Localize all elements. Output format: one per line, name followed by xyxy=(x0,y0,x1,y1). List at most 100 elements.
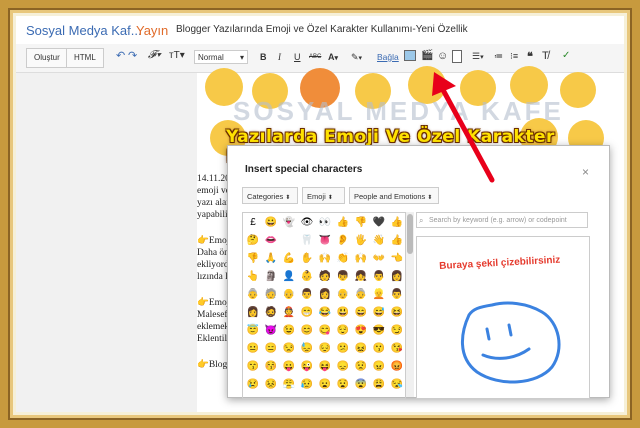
font-family-icon[interactable]: 𝓕▾ xyxy=(148,49,161,62)
character-cell[interactable]: 👅 xyxy=(316,232,334,250)
character-cell[interactable]: 👈 xyxy=(388,250,405,268)
character-cell[interactable]: 👍 xyxy=(334,214,352,232)
close-icon[interactable]: × xyxy=(582,165,589,179)
character-cell[interactable]: 😋 xyxy=(316,322,334,340)
post-title-field[interactable]: Blogger Yazılarında Emoji ve Özel Karakt… xyxy=(176,24,468,35)
character-cell[interactable]: 👨 xyxy=(388,286,405,304)
character-cell[interactable]: 👤 xyxy=(280,268,298,286)
character-cell[interactable]: 👐 xyxy=(370,250,388,268)
character-cell[interactable]: 🧓 xyxy=(262,286,280,304)
character-cell[interactable]: 🤔 xyxy=(244,232,262,250)
emoji-dropdown[interactable]: Emoji ⬍ xyxy=(302,187,345,204)
blog-name-link[interactable]: Sosyal Medya Kaf... xyxy=(26,23,142,38)
character-cell[interactable]: 🧔 xyxy=(262,304,280,322)
character-cell[interactable]: 😩 xyxy=(370,376,388,394)
character-cell[interactable]: 😕 xyxy=(334,340,352,358)
character-cell[interactable]: 😢 xyxy=(244,376,262,394)
character-cell[interactable]: 😆 xyxy=(388,304,405,322)
character-cell[interactable]: 😨 xyxy=(352,376,370,394)
character-cell[interactable]: 👦 xyxy=(334,268,352,286)
character-cell[interactable]: 👩 xyxy=(388,268,405,286)
character-cell[interactable]: 👄 xyxy=(262,232,280,250)
character-cell[interactable]: 😜 xyxy=(298,358,316,376)
character-cell[interactable]: 👩 xyxy=(244,304,262,322)
character-cell[interactable]: 👵 xyxy=(244,286,262,304)
character-cell[interactable]: 😓 xyxy=(298,340,316,358)
character-cell[interactable]: 😐 xyxy=(244,340,262,358)
character-cell[interactable]: 😄 xyxy=(352,304,370,322)
character-cell[interactable]: 👍 xyxy=(388,214,405,232)
character-cell[interactable]: 😧 xyxy=(334,376,352,394)
character-cell[interactable]: 😏 xyxy=(388,322,405,340)
character-cell[interactable]: 👁 xyxy=(298,214,316,232)
character-cell[interactable]: 🙌 xyxy=(316,250,334,268)
character-cell[interactable]: 🙏 xyxy=(262,250,280,268)
categories-dropdown[interactable]: Categories ⬍ xyxy=(242,187,298,204)
character-cell[interactable]: 👎 xyxy=(244,250,262,268)
text-size-icon[interactable]: ᴛT▾ xyxy=(169,50,185,61)
character-cell[interactable]: 👵 xyxy=(352,286,370,304)
character-cell[interactable]: 👏 xyxy=(334,250,352,268)
character-cell[interactable]: 💪 xyxy=(280,250,298,268)
character-cell[interactable]: 😞 xyxy=(334,358,352,376)
character-cell[interactable]: 👧 xyxy=(352,268,370,286)
character-cell[interactable]: 👻 xyxy=(280,214,298,232)
character-cell[interactable]: 🖐 xyxy=(352,232,370,250)
handwriting-draw-area[interactable]: Buraya şekil çizebilirsiniz xyxy=(416,236,590,399)
character-cell[interactable]: £ xyxy=(244,214,262,232)
character-cell[interactable]: 😛 xyxy=(280,358,298,376)
scrollbar-thumb[interactable] xyxy=(407,214,413,254)
character-cell[interactable]: 😃 xyxy=(334,304,352,322)
character-cell[interactable]: 👨 xyxy=(370,268,388,286)
character-cell[interactable]: 😗 xyxy=(370,340,388,358)
character-cell[interactable]: 😈 xyxy=(262,322,280,340)
character-cell[interactable]: 😀 xyxy=(262,214,280,232)
character-cell[interactable]: 👂 xyxy=(334,232,352,250)
character-cell[interactable]: 👩 xyxy=(316,286,334,304)
undo-icon[interactable]: ↶ xyxy=(116,49,125,62)
character-cell[interactable]: 😔 xyxy=(316,340,334,358)
character-cell[interactable]: 👋 xyxy=(370,232,388,250)
character-cell[interactable]: 🗿 xyxy=(262,268,280,286)
character-cell[interactable]: 👴 xyxy=(280,286,298,304)
character-cell[interactable]: 😝 xyxy=(316,358,334,376)
character-cell[interactable]: 👴 xyxy=(334,286,352,304)
character-cell[interactable]: 😁 xyxy=(298,304,316,322)
compose-mode-button[interactable]: Oluştur xyxy=(26,48,68,68)
character-cell[interactable]: 😣 xyxy=(262,376,280,394)
character-cell[interactable]: 😅 xyxy=(370,304,388,322)
character-cell[interactable]: 😒 xyxy=(280,340,298,358)
character-cell[interactable]: 😘 xyxy=(388,340,405,358)
character-cell[interactable]: 👍 xyxy=(388,232,405,250)
character-cell[interactable]: 😚 xyxy=(262,358,280,376)
character-cell[interactable]: 👆 xyxy=(244,268,262,286)
character-cell[interactable]: 😠 xyxy=(370,358,388,376)
html-mode-button[interactable]: HTML xyxy=(66,48,104,68)
character-cell[interactable]: 😍 xyxy=(352,322,370,340)
character-cell[interactable]: 😦 xyxy=(316,376,334,394)
character-cell[interactable]: 🖤 xyxy=(370,214,388,232)
character-cell[interactable]: 😤 xyxy=(280,376,298,394)
character-cell[interactable]: 🧑 xyxy=(316,268,334,286)
character-cell[interactable]: 😑 xyxy=(262,340,280,358)
character-cell[interactable]: 😙 xyxy=(244,358,262,376)
character-cell[interactable]: 😌 xyxy=(334,322,352,340)
character-search-input[interactable]: ⌕ Search by keyword (e.g. arrow) or code… xyxy=(416,212,588,228)
character-cell[interactable]: ✋ xyxy=(298,250,316,268)
character-cell[interactable]: 🙌 xyxy=(352,250,370,268)
grid-scrollbar[interactable] xyxy=(406,212,414,397)
character-cell[interactable] xyxy=(280,232,298,250)
character-cell[interactable]: 👱 xyxy=(370,286,388,304)
character-cell[interactable]: 😇 xyxy=(244,322,262,340)
character-cell[interactable]: 👀 xyxy=(316,214,334,232)
character-cell[interactable]: 😂 xyxy=(316,304,334,322)
character-cell[interactable]: 😪 xyxy=(388,376,405,394)
redo-icon[interactable]: ↷ xyxy=(128,49,137,62)
character-cell[interactable]: 👎 xyxy=(352,214,370,232)
character-cell[interactable]: 👶 xyxy=(298,268,316,286)
character-cell[interactable]: 😟 xyxy=(352,358,370,376)
character-cell[interactable]: 👲 xyxy=(280,304,298,322)
character-cell[interactable]: 😎 xyxy=(370,322,388,340)
character-cell[interactable]: 😡 xyxy=(388,358,405,376)
character-cell[interactable]: 😉 xyxy=(280,322,298,340)
